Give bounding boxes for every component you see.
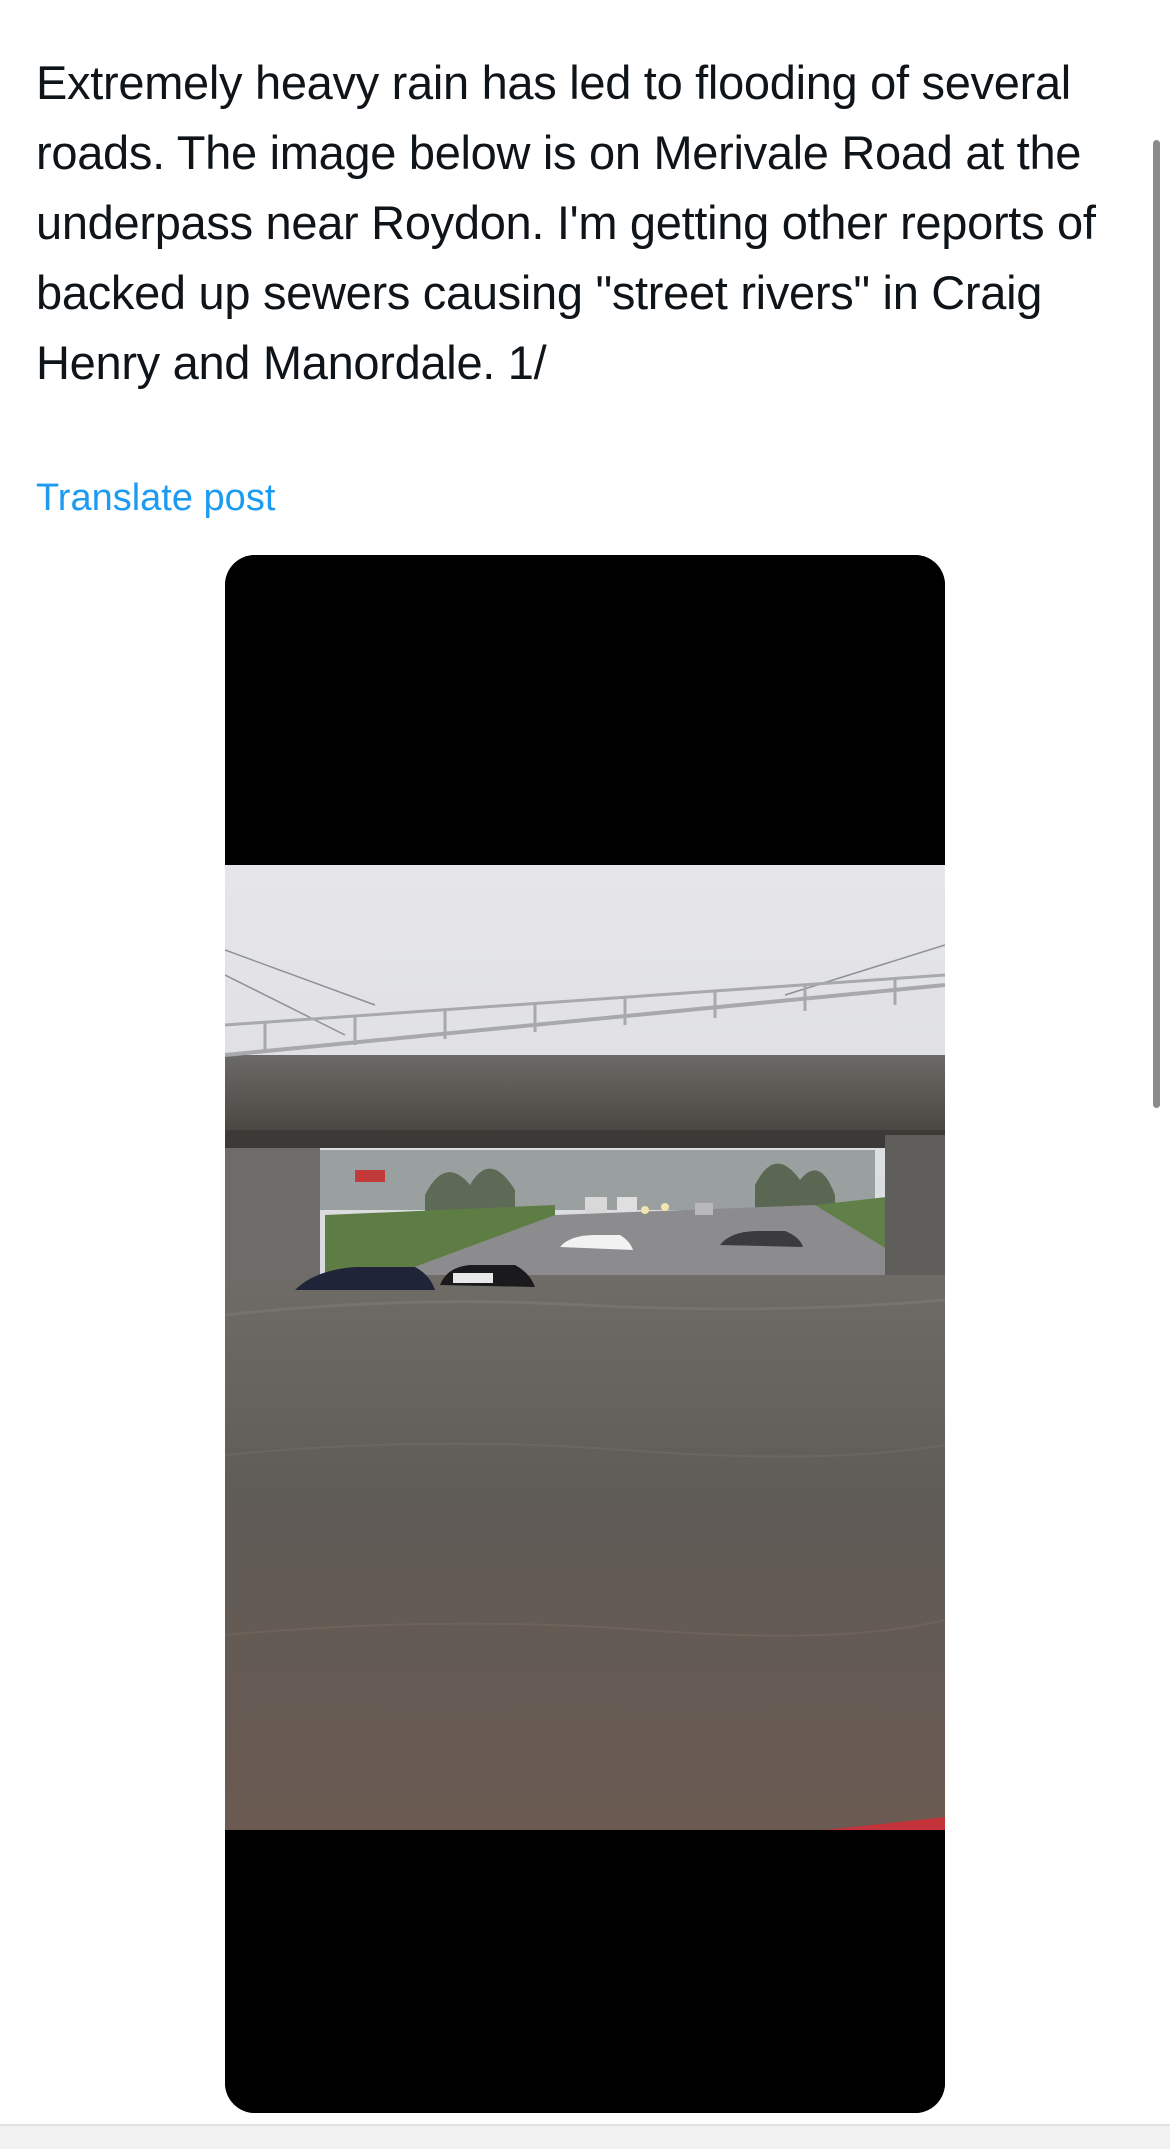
scrollbar-thumb[interactable] [1153, 140, 1160, 1108]
scrollbar[interactable] [1150, 120, 1162, 1120]
post-media-image[interactable] [225, 555, 945, 2113]
flooded-underpass-photo [225, 555, 945, 2113]
translate-post-link[interactable]: Translate post [36, 470, 275, 526]
bottom-bar [0, 2124, 1170, 2149]
photo-scene [225, 865, 945, 1830]
post-text: Extremely heavy rain has led to flooding… [36, 56, 1096, 389]
